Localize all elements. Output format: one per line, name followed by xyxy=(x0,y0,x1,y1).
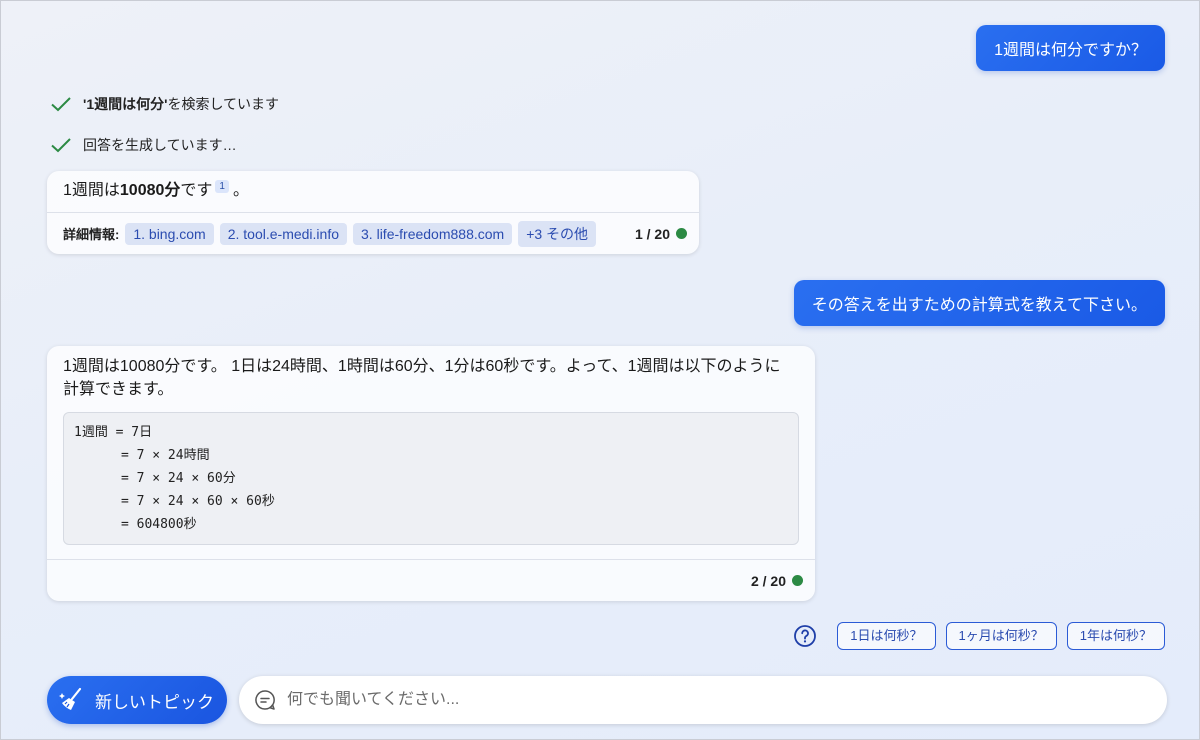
response-footer: 2 / 20 xyxy=(47,559,815,601)
suggestions-row: 1日は何秒？ 1ヶ月は何秒？ 1年は何秒？ xyxy=(793,622,1165,650)
new-topic-label: 新しいトピック xyxy=(95,692,214,712)
generating-status-text: 回答を生成しています… xyxy=(83,137,237,153)
bot-response-1: 1週間は10080分です 1。 詳細情報: 1. bing.com 2. tool… xyxy=(47,171,699,254)
search-status-text: を検索しています xyxy=(167,96,280,112)
response-text: 。 xyxy=(232,182,249,199)
code-block: 1週間 = 7日 = 7 × 24時間 = 7 × 24 × 60分 = 7 ×… xyxy=(63,412,799,545)
response-text: です xyxy=(180,182,213,199)
broom-icon xyxy=(59,687,82,710)
chat-bubble-icon xyxy=(255,690,275,710)
code-line: = 7 × 24 × 60分 xyxy=(74,471,236,486)
question-circle-icon xyxy=(794,625,817,647)
check-icon xyxy=(51,138,71,153)
source-link-2[interactable]: 2. tool.e-medi.info xyxy=(219,222,348,245)
suggestion-chip-3[interactable]: 1年は何秒？ xyxy=(1066,622,1165,650)
turn-counter: 2 / 20 xyxy=(750,572,786,589)
response-line: 1週間は10080分です。 1日は24時間、1時間は60分、1分は60秒です。よ… xyxy=(63,358,781,375)
search-query: '1週間は何分' xyxy=(83,96,168,112)
chat-input-container[interactable] xyxy=(239,676,1167,724)
citation-1[interactable]: 1 xyxy=(215,180,229,193)
generating-status: 回答を生成しています… xyxy=(49,133,237,157)
code-line: 1週間 = 7日 xyxy=(74,425,153,440)
search-status: '1週間は何分' を検索しています xyxy=(49,92,279,116)
bot-response-2-text: 1週間は10080分です。 1日は24時間、1時間は60分、1分は60秒です。よ… xyxy=(47,346,815,412)
suggestion-chip-1[interactable]: 1日は何秒？ xyxy=(837,622,936,650)
turn-counter: 1 / 20 xyxy=(634,225,670,242)
sources-label: 詳細情報: xyxy=(63,227,120,242)
source-link-3[interactable]: 3. life-freedom888.com xyxy=(353,222,513,245)
user-message-2: その答えを出すための計算式を教えて下さい。 xyxy=(793,280,1165,326)
chat-input[interactable] xyxy=(287,691,1167,709)
bot-response-1-text: 1週間は10080分です 1。 xyxy=(47,171,699,212)
response-answer: 10080分 xyxy=(119,182,181,199)
status-dot-icon xyxy=(676,228,687,239)
status-dot-icon xyxy=(792,575,803,586)
code-line: = 7 × 24時間 xyxy=(74,448,210,463)
user-message-1: 1週間は何分ですか？ xyxy=(976,25,1165,71)
response-text: 1週間は xyxy=(63,182,120,199)
response-line: 計算できます。 xyxy=(63,381,174,398)
suggestion-chip-2[interactable]: 1ヶ月は何秒？ xyxy=(945,622,1057,650)
more-sources-button[interactable]: +3 その他 xyxy=(518,220,597,247)
code-line: = 7 × 24 × 60 × 60秒 xyxy=(74,494,275,509)
bot-response-2: 1週間は10080分です。 1日は24時間、1時間は60分、1分は60秒です。よ… xyxy=(47,346,815,601)
new-topic-button[interactable]: 新しいトピック xyxy=(47,676,227,724)
sources-footer: 詳細情報: 1. bing.com 2. tool.e-medi.info 3.… xyxy=(47,212,699,254)
source-link-1[interactable]: 1. bing.com xyxy=(125,222,214,245)
check-icon xyxy=(51,97,71,112)
code-line: = 604800秒 xyxy=(74,517,197,532)
